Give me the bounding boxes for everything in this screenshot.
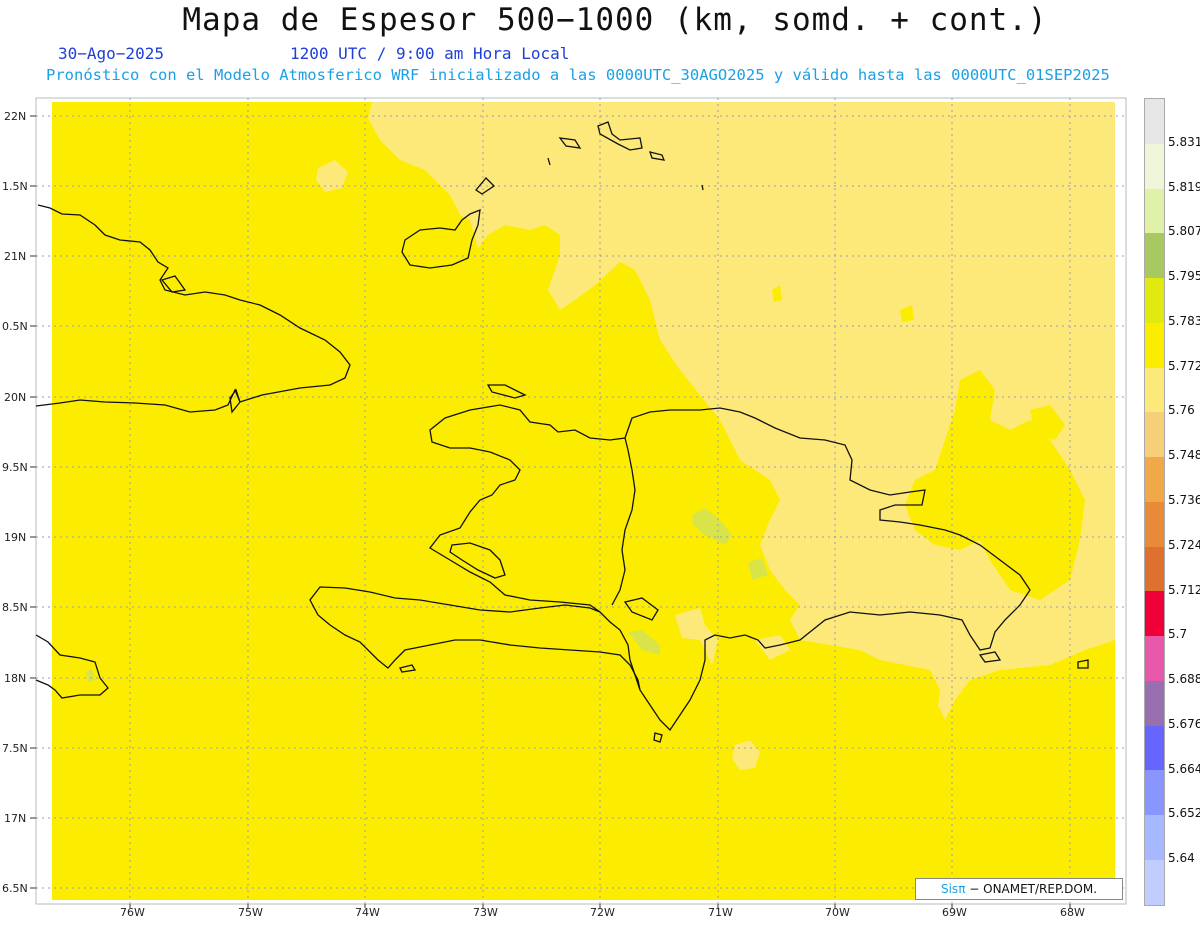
lat-ticks — [30, 115, 36, 889]
lat-label: 7.5N — [2, 742, 28, 755]
lon-label: 68W — [1060, 906, 1085, 919]
colorbar-cell — [1145, 636, 1164, 681]
colorbar-cell — [1145, 546, 1164, 592]
colorbar-cell — [1145, 457, 1164, 502]
colorbar-cell — [1145, 143, 1164, 189]
credit-box: Sisπ − ONAMET/REP.DOM. — [915, 878, 1123, 900]
lon-label: 76W — [120, 906, 145, 919]
lon-label: 73W — [473, 906, 498, 919]
lat-label: 19N — [4, 531, 26, 544]
colorbar-label: 5.831 — [1168, 134, 1200, 149]
colorbar-label: 5.664 — [1168, 761, 1200, 776]
colorbar-cell — [1145, 815, 1164, 861]
lon-label: 69W — [942, 906, 967, 919]
colorbar — [1144, 98, 1165, 906]
colorbar-label: 5.783 — [1168, 313, 1200, 328]
colorbar-cell — [1145, 591, 1164, 637]
lat-label: 9.5N — [2, 461, 28, 474]
lat-label: 17N — [4, 812, 26, 825]
lon-label: 70W — [825, 906, 850, 919]
colorbar-cell — [1145, 412, 1164, 458]
lat-label: 8.5N — [2, 601, 28, 614]
colorbar-label: 5.676 — [1168, 716, 1200, 731]
colorbar-label: 5.724 — [1168, 537, 1200, 552]
colorbar-label: 5.807 — [1168, 224, 1200, 239]
lon-ticks — [129, 904, 1071, 908]
lat-label: 0.5N — [2, 320, 28, 333]
thickness-map: 22N 1.5N 21N 0.5N 20N 9.5N 19N 8.5N 18N … — [2, 97, 1127, 919]
lat-label: 22N — [4, 110, 26, 123]
lon-label: 71W — [708, 906, 733, 919]
colorbar-cell — [1145, 725, 1164, 771]
colorbar-label: 5.772 — [1168, 358, 1200, 373]
colorbar-cell — [1145, 680, 1164, 726]
lon-label: 74W — [355, 906, 380, 919]
lat-label: 18N — [4, 672, 26, 685]
colorbar-label: 5.7 — [1168, 627, 1188, 642]
colorbar-cell — [1145, 233, 1164, 279]
colorbar-cell — [1145, 367, 1164, 413]
lon-label: 72W — [590, 906, 615, 919]
lon-labels: 76W 75W 74W 73W 72W 71W 70W 69W 68W — [120, 906, 1085, 919]
colorbar-label: 5.76 — [1168, 403, 1195, 418]
colorbar-cell — [1145, 501, 1164, 547]
credit-text: − ONAMET/REP.DOM. — [969, 882, 1098, 896]
colorbar-label: 5.819 — [1168, 179, 1200, 194]
lat-label: 1.5N — [2, 180, 28, 193]
lat-labels: 22N 1.5N 21N 0.5N 20N 9.5N 19N 8.5N 18N … — [2, 110, 28, 895]
colorbar-cell — [1145, 860, 1164, 905]
colorbar-cell — [1145, 322, 1164, 368]
lon-label: 75W — [238, 906, 263, 919]
credit-brand: Sisπ — [940, 882, 966, 896]
colorbar-label: 5.748 — [1168, 448, 1200, 463]
colorbar-cell — [1145, 278, 1164, 323]
lat-label: 6.5N — [2, 882, 28, 895]
lat-label: 21N — [4, 250, 26, 263]
colorbar-label: 5.795 — [1168, 269, 1200, 284]
colorbar-cell — [1145, 99, 1164, 144]
colorbar-cell — [1145, 770, 1164, 816]
colorbar-label: 5.64 — [1168, 851, 1195, 866]
colorbar-label: 5.736 — [1168, 493, 1200, 507]
colorbar-label: 5.652 — [1168, 806, 1200, 821]
colorbar-label: 5.712 — [1168, 582, 1200, 597]
lat-label: 20N — [4, 391, 26, 404]
colorbar-label: 5.688 — [1168, 672, 1200, 687]
colorbar-cell — [1145, 188, 1164, 234]
